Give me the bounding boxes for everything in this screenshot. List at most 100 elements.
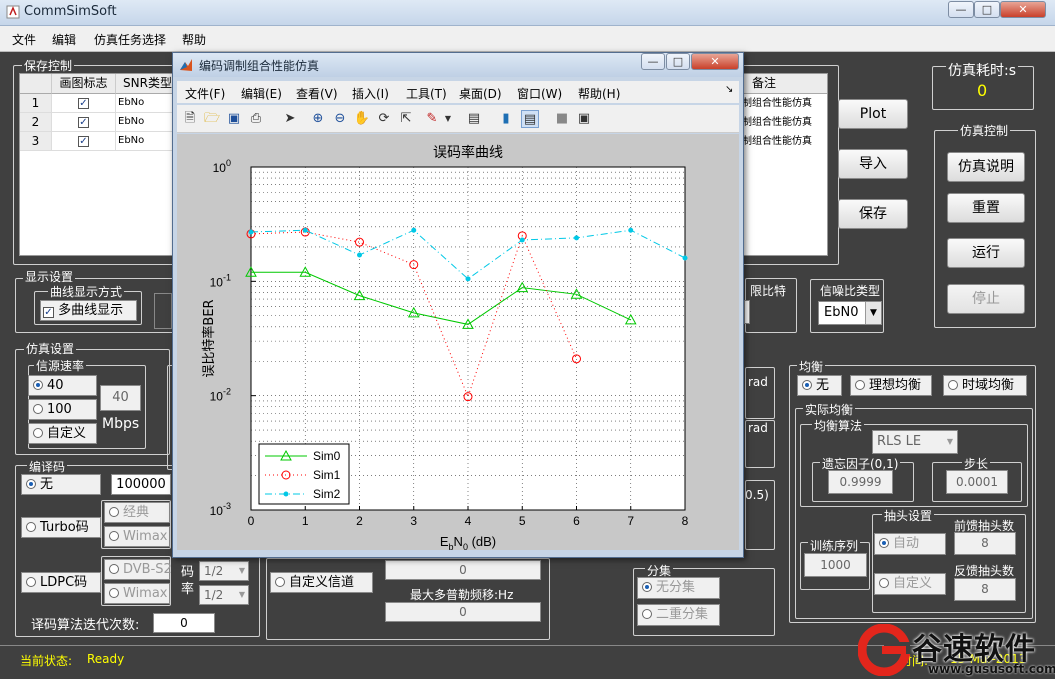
- notes-table[interactable]: 备注 制组合性能仿真 制组合性能仿真 制组合性能仿真: [741, 73, 828, 256]
- rate-100-radio[interactable]: 100: [28, 399, 97, 420]
- dual-diversity-radio[interactable]: 二重分集: [637, 604, 720, 626]
- main-titlebar: CommSimSoft — □ ✕: [0, 0, 1055, 26]
- header-plot-flag[interactable]: 画图标志: [52, 74, 116, 94]
- figure-canvas[interactable]: 0 1 2 3 4 5 6 7 8 10-3 10-2 10-1 100 误码率曲线 EbN0 (dB) 误比…: [177, 134, 739, 552]
- eq-none-radio[interactable]: 无: [797, 375, 842, 396]
- chevron-down-icon[interactable]: ▼: [947, 431, 953, 453]
- fig-menu-window[interactable]: 窗口(W): [517, 85, 562, 102]
- multi-curve-checkbox[interactable]: ✓ 多曲线显示: [40, 300, 137, 321]
- fig-menu-view[interactable]: 查看(V): [296, 85, 338, 102]
- open-file-icon[interactable]: 🗁: [203, 110, 221, 128]
- rate-value-field[interactable]: 40: [100, 385, 141, 411]
- figure-close-button[interactable]: ✕: [691, 53, 739, 70]
- ldpc-dvbs2-radio[interactable]: DVB-S2: [104, 559, 172, 580]
- code-rate-select[interactable]: 1/2 ▼: [199, 585, 249, 605]
- hide-tools-icon[interactable]: ■: [553, 110, 571, 128]
- minimize-button[interactable]: —: [948, 1, 974, 18]
- link-plot-icon[interactable]: ▤: [465, 110, 483, 128]
- snr-type-select[interactable]: EbN0 ▼: [818, 301, 882, 325]
- row-snr-type[interactable]: EbNo: [116, 113, 180, 132]
- menu-sim-task[interactable]: 仿真任务选择: [94, 31, 166, 48]
- menu-help[interactable]: 帮助: [182, 31, 206, 48]
- row-checkbox[interactable]: ✓: [52, 94, 116, 113]
- menu-edit[interactable]: 编辑: [52, 31, 76, 48]
- row-snr-type[interactable]: EbNo: [116, 132, 180, 151]
- fig-menu-edit[interactable]: 编辑(E): [241, 85, 282, 102]
- data-cursor-icon[interactable]: ⇱: [397, 110, 415, 128]
- figure-window[interactable]: 编码调制组合性能仿真 — □ ✕ 文件(F) 编辑(E) 查看(V) 插入(I)…: [172, 52, 744, 558]
- turbo-wimax-radio[interactable]: Wimax: [104, 526, 170, 547]
- ldpc-wimax-radio[interactable]: Wimax: [104, 583, 170, 604]
- checkbox-checked[interactable]: ✓: [78, 98, 89, 109]
- eq-time-domain-radio[interactable]: 时域均衡: [943, 375, 1027, 396]
- fig-menu-help[interactable]: 帮助(H): [578, 85, 620, 102]
- feedback-field[interactable]: 8: [954, 578, 1016, 601]
- eq-algo-select[interactable]: RLS LE ▼: [872, 430, 958, 454]
- tap-custom-radio[interactable]: 自定义: [874, 573, 946, 595]
- zoom-in-icon[interactable]: ⊕: [309, 110, 327, 128]
- doppler-field[interactable]: 0: [385, 602, 541, 622]
- stop-button[interactable]: 停止: [947, 284, 1025, 314]
- task-table[interactable]: 画图标志 SNR类型 1 ✓ EbNo 2 ✓ EbNo 3 ✓ EbNo: [19, 73, 180, 256]
- close-button[interactable]: ✕: [1000, 1, 1046, 18]
- tap-auto-radio[interactable]: 自动: [874, 533, 946, 555]
- chevron-down-icon[interactable]: ▼: [239, 562, 245, 580]
- sim-description-button[interactable]: 仿真说明: [947, 152, 1025, 182]
- iter-count-field[interactable]: 0: [153, 613, 215, 633]
- custom-channel-radio[interactable]: 自定义信道: [270, 572, 373, 593]
- row-checkbox[interactable]: ✓: [52, 132, 116, 151]
- custom-channel-field[interactable]: 0: [385, 560, 541, 580]
- ber-chart[interactable]: 0 1 2 3 4 5 6 7 8 10-3 10-2 10-1 100 误码率曲线 EbN0 (dB) 误比…: [177, 134, 739, 552]
- train-seq-field[interactable]: 1000: [804, 553, 867, 577]
- code-rate-select[interactable]: 1/2 ▼: [199, 561, 249, 581]
- figure-minimize-button[interactable]: —: [641, 53, 665, 70]
- rotate-3d-icon[interactable]: ⟳: [375, 110, 393, 128]
- no-diversity-radio[interactable]: 无分集: [637, 577, 720, 599]
- save-icon[interactable]: ▣: [225, 110, 243, 128]
- chevron-down-icon[interactable]: ▼: [239, 586, 245, 604]
- save-button[interactable]: 保存: [838, 199, 908, 229]
- chevron-down-icon[interactable]: ▼: [865, 302, 881, 324]
- ldpc-radio[interactable]: LDPC码: [21, 572, 101, 593]
- eq-ideal-radio[interactable]: 理想均衡: [850, 375, 932, 396]
- brush-dropdown-icon[interactable]: ▼: [439, 110, 457, 128]
- print-icon[interactable]: ⎙: [247, 110, 265, 128]
- checkbox-checked[interactable]: ✓: [78, 136, 89, 147]
- row-snr-type[interactable]: EbNo: [116, 94, 180, 113]
- rate-40-radio[interactable]: 40: [28, 375, 97, 396]
- select-arrow-icon[interactable]: ➤: [281, 110, 299, 128]
- rate-custom-radio[interactable]: 自定义: [28, 423, 97, 444]
- fig-menu-insert[interactable]: 插入(I): [352, 85, 389, 102]
- feedforward-field[interactable]: 8: [954, 532, 1016, 555]
- figure-maximize-button[interactable]: □: [666, 53, 690, 70]
- new-figure-icon[interactable]: 🗎: [181, 110, 199, 128]
- forget-factor-field[interactable]: 0.9999: [828, 470, 893, 494]
- step-size-field[interactable]: 0.0001: [946, 470, 1008, 494]
- row-checkbox[interactable]: ✓: [52, 113, 116, 132]
- zoom-out-icon[interactable]: ⊖: [331, 110, 349, 128]
- coding-none-radio[interactable]: 无: [21, 474, 101, 495]
- header-snr-type[interactable]: SNR类型: [116, 74, 180, 94]
- coding-none-value[interactable]: 100000: [111, 474, 171, 495]
- legend-icon[interactable]: ▤: [521, 110, 539, 128]
- reset-button[interactable]: 重置: [947, 193, 1025, 223]
- fig-menu-file[interactable]: 文件(F): [185, 85, 225, 102]
- checkbox-checked[interactable]: ✓: [43, 307, 54, 318]
- maximize-button[interactable]: □: [974, 1, 1000, 18]
- menu-file[interactable]: 文件: [12, 31, 36, 48]
- checkbox-checked[interactable]: ✓: [78, 117, 89, 128]
- fig-menu-desktop[interactable]: 桌面(D): [459, 85, 502, 102]
- turbo-classic-radio[interactable]: 经典: [104, 502, 170, 523]
- colorbar-icon[interactable]: ▮: [497, 110, 515, 128]
- dock-arrow-icon[interactable]: ↘: [725, 84, 733, 95]
- run-button[interactable]: 运行: [947, 238, 1025, 268]
- show-tools-icon[interactable]: ▣: [575, 110, 593, 128]
- limit-bits-field[interactable]: [744, 300, 750, 324]
- turbo-radio[interactable]: Turbo码: [21, 517, 101, 538]
- import-button[interactable]: 导入: [838, 149, 908, 179]
- header-notes[interactable]: 备注: [742, 74, 827, 94]
- fig-menu-tools[interactable]: 工具(T): [406, 85, 447, 102]
- data-point-sim2: [283, 491, 289, 497]
- plot-button[interactable]: Plot: [838, 99, 908, 129]
- pan-hand-icon[interactable]: ✋: [353, 110, 371, 128]
